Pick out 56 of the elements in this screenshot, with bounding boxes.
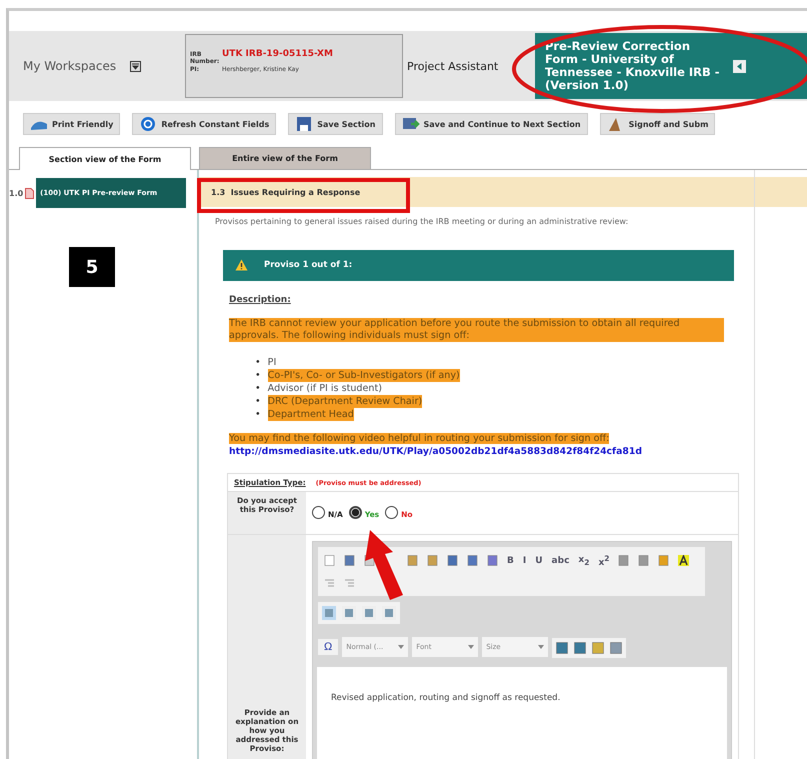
symbol-button[interactable]: Ω <box>318 638 338 655</box>
dropdown-icon[interactable] <box>130 60 142 72</box>
video-link[interactable]: http://dmsmediasite.utk.edu/UTK/Play/a05002db21df4a5883d842f84f24cfa81d <box>229 446 734 457</box>
radio-button[interactable] <box>312 506 325 520</box>
format-button[interactable]: B <box>507 556 514 566</box>
pointer-arrow <box>365 530 403 600</box>
refresh-icon[interactable] <box>139 116 158 132</box>
toolbar-button[interactable]: Save and Continue to Next Section <box>394 113 588 135</box>
caret-icon <box>398 644 404 649</box>
signer-item: PI <box>268 356 276 370</box>
signer-item: Co-PI's, Co- or Sub-Investigators (if any) <box>268 369 460 382</box>
explanation-text[interactable]: Revised application, routing and signoff as requested. <box>331 692 560 703</box>
bullet: • <box>255 369 261 382</box>
format-button[interactable]: U <box>535 556 543 566</box>
irb-number: UTK IRB-19-05115-XM <box>222 49 333 59</box>
bullet: • <box>255 408 261 422</box>
form-view-tab[interactable]: Section view of the Form <box>19 147 191 170</box>
warning-icon <box>235 259 248 272</box>
section-intro: Provisos pertaining to general issues raised during the IRB meeting or during an administrative review: <box>215 217 630 228</box>
caret-icon <box>538 644 544 649</box>
page-icon[interactable] <box>324 555 335 566</box>
format-button[interactable]: x$^{2}$ <box>598 554 610 568</box>
signer-item: Advisor (if PI is student) <box>268 382 382 396</box>
signer-item: DRC (Department Review Chair) <box>268 395 422 408</box>
description-text: The IRB cannot review your application before you route the submission to obtain all required approvals. The following individuals must sign off: <box>229 318 724 342</box>
section-title: 1.3 Issues Requiring a Response <box>211 188 360 196</box>
bullet: • <box>255 395 261 408</box>
radio-button[interactable] <box>348 506 362 520</box>
video-note: You may find the following video helpful in routing your submission for sign off: <box>229 433 610 444</box>
format-button[interactable]: abc <box>552 556 570 566</box>
radio-button[interactable] <box>385 506 398 520</box>
signer-item: Department Head <box>268 408 354 422</box>
toolbar-button[interactable]: Signoff and Subm <box>600 113 716 135</box>
bullet: • <box>255 382 261 396</box>
section-number: 1.0 <box>9 188 24 198</box>
form-view-tab[interactable]: Entire view of the Form <box>199 147 371 169</box>
format-button[interactable]: I <box>522 556 526 566</box>
align-icon[interactable] <box>322 606 336 620</box>
format-button[interactable]: x$_{2}$ <box>578 554 590 566</box>
description-label: Description: <box>229 294 291 305</box>
form-title: Pre-Review Correction Form - University of Tennessee - Knoxville IRB - (Version 1.0) <box>545 40 721 92</box>
toolbar-button[interactable]: Print Friendly <box>23 113 120 135</box>
align-icon[interactable] <box>362 606 376 620</box>
proviso-title: Proviso 1 out of 1: <box>264 260 352 270</box>
highlight-color-icon[interactable] <box>678 555 690 566</box>
save-icon[interactable] <box>295 116 314 132</box>
bullet: • <box>255 356 261 370</box>
toolbar-button[interactable]: Save Section <box>288 113 382 135</box>
align-icon[interactable] <box>342 606 356 620</box>
align-icon[interactable] <box>382 606 396 620</box>
step-number: 5 <box>69 247 115 287</box>
collapse-icon[interactable] <box>733 60 746 72</box>
workspaces-label[interactable]: My Workspaces <box>23 59 116 73</box>
project-assistant-label[interactable]: Project Assistant <box>407 60 525 72</box>
toolbar-button[interactable]: Refresh Constant Fields <box>132 113 276 135</box>
caret-icon <box>468 644 474 649</box>
